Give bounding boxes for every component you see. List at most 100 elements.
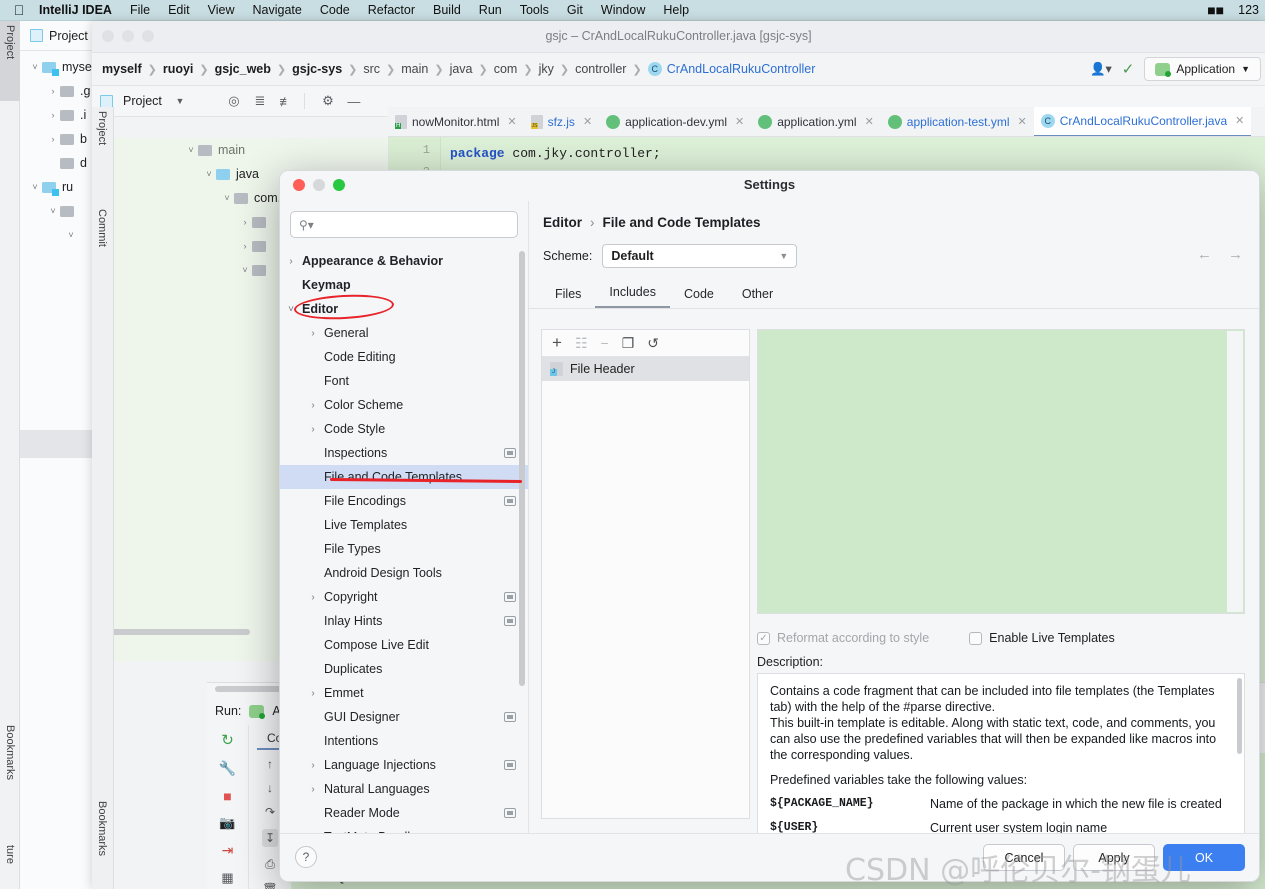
editor-tab-sfz[interactable]: sfz.js ✕	[524, 107, 600, 136]
menu-item-tools[interactable]: Tools	[511, 3, 558, 17]
cancel-button[interactable]: Cancel	[983, 844, 1065, 871]
apple-icon[interactable]: 	[8, 2, 30, 18]
breadcrumb-parent[interactable]: Editor	[543, 215, 582, 230]
scroll-down-icon[interactable]: ↓	[267, 781, 273, 795]
stop-icon[interactable]: ■	[223, 788, 231, 804]
breadcrumb-item-com[interactable]: com	[494, 62, 518, 76]
duplicate-icon[interactable]: ❐	[622, 335, 635, 352]
settings-item-appearance-behavior[interactable]: › Appearance & Behavior	[280, 249, 528, 273]
horizontal-scrollbar[interactable]	[100, 629, 250, 635]
close-icon[interactable]: ✕	[583, 115, 592, 128]
settings-tree-scrollbar[interactable]	[519, 251, 525, 686]
sidebar-item-commit[interactable]: Commit	[92, 205, 112, 275]
settings-item-color-scheme[interactable]: › Color Scheme	[280, 393, 528, 417]
settings-item-file-encodings[interactable]: File Encodings	[280, 489, 528, 513]
arrow-right-icon[interactable]: →	[1228, 246, 1243, 263]
scheme-select[interactable]: Default ▼	[602, 244, 798, 268]
breadcrumb-item-myself[interactable]: myself	[102, 62, 142, 76]
editor-tab-CrAndLocalRukuController[interactable]: C CrAndLocalRukuController.java ✕	[1033, 107, 1252, 136]
menu-item-file[interactable]: File	[121, 3, 159, 17]
rerun-icon[interactable]: ↻	[221, 731, 234, 749]
settings-item-code-editing[interactable]: Code Editing	[280, 345, 528, 369]
user-dropdown-icon[interactable]: 👤▾	[1090, 61, 1112, 77]
reformat-option[interactable]: ✓ Reformat according to style	[757, 631, 929, 645]
camera-icon[interactable]: 📷	[219, 815, 235, 831]
tab-other[interactable]: Other	[728, 282, 787, 308]
breadcrumb-item-main[interactable]: main	[401, 62, 428, 76]
close-icon[interactable]: ✕	[507, 115, 516, 128]
sidebar-item-structure-bg[interactable]: ture	[0, 841, 20, 889]
checkbox-reformat[interactable]: ✓	[757, 631, 770, 645]
menu-item-view[interactable]: View	[199, 3, 244, 17]
scroll-up-icon[interactable]: ↑	[267, 757, 273, 771]
settings-item-natural-languages[interactable]: › Natural Languages	[280, 777, 528, 801]
breadcrumb-item-class[interactable]: CrAndLocalRukuController	[667, 62, 816, 76]
trash-icon[interactable]: 🗑	[262, 882, 277, 889]
collapse-all-icon[interactable]: ≢	[278, 94, 294, 109]
sidebar-item-project-bg[interactable]: Project	[0, 21, 20, 101]
sidebar-item-bookmarks-bg[interactable]: Bookmarks	[0, 721, 20, 811]
breadcrumb-item-java[interactable]: java	[450, 62, 473, 76]
settings-item-android-design-tools[interactable]: Android Design Tools	[280, 561, 528, 585]
print-icon[interactable]: ⎙	[265, 857, 275, 872]
settings-item-live-templates[interactable]: Live Templates	[280, 513, 528, 537]
settings-item-compose-live-edit[interactable]: Compose Live Edit	[280, 633, 528, 657]
editor-tab-application-dev[interactable]: application-dev.yml ✕	[599, 107, 751, 136]
close-icon[interactable]: ✕	[865, 115, 874, 128]
settings-item-inspections[interactable]: Inspections	[280, 441, 528, 465]
menu-item-run[interactable]: Run	[470, 3, 511, 17]
breadcrumb-item-src[interactable]: src	[363, 62, 380, 76]
template-preview-editor[interactable]	[757, 329, 1245, 614]
live-templates-option[interactable]: Enable Live Templates	[969, 631, 1115, 645]
wrench-icon[interactable]: 🔧	[219, 760, 236, 777]
sidebar-item-bookmarks[interactable]: Bookmarks	[92, 797, 112, 887]
chevron-down-icon[interactable]: ▼	[172, 96, 188, 106]
menu-item-refactor[interactable]: Refactor	[359, 3, 424, 17]
settings-item-intentions[interactable]: Intentions	[280, 729, 528, 753]
menu-item-help[interactable]: Help	[654, 3, 698, 17]
settings-item-emmet[interactable]: › Emmet	[280, 681, 528, 705]
tab-includes[interactable]: Includes	[595, 280, 670, 308]
settings-item-copyright[interactable]: › Copyright	[280, 585, 528, 609]
soft-wrap-icon[interactable]: ↷	[265, 805, 275, 819]
menu-item-build[interactable]: Build	[424, 3, 470, 17]
settings-item-inlay-hints[interactable]: Inlay Hints	[280, 609, 528, 633]
settings-item-gui-designer[interactable]: GUI Designer	[280, 705, 528, 729]
settings-item-editor[interactable]: ˅ Editor	[280, 297, 528, 321]
settings-item-general[interactable]: › General	[280, 321, 528, 345]
settings-item-file-types[interactable]: File Types	[280, 537, 528, 561]
settings-item-font[interactable]: Font	[280, 369, 528, 393]
battery-icon[interactable]: ■■	[1207, 2, 1224, 18]
tree-row[interactable]: ˅ main	[92, 138, 387, 162]
breadcrumb-item-gsjc-web[interactable]: gsjc_web	[215, 62, 271, 76]
close-icon[interactable]: ✕	[1018, 115, 1027, 128]
description-scrollbar[interactable]	[1237, 678, 1242, 754]
settings-item-reader-mode[interactable]: Reader Mode	[280, 801, 528, 825]
close-icon[interactable]: ✕	[735, 115, 744, 128]
settings-item-duplicates[interactable]: Duplicates	[280, 657, 528, 681]
checkbox-live-templates[interactable]	[969, 631, 983, 645]
ok-button[interactable]: OK	[1163, 844, 1245, 871]
editor-tab-application[interactable]: application.yml ✕	[751, 107, 881, 136]
settings-item-file-and-code-templates[interactable]: File and Code Templates	[280, 465, 528, 489]
menu-item-code[interactable]: Code	[311, 3, 359, 17]
menu-item-edit[interactable]: Edit	[159, 3, 199, 17]
editor-tab-nowMonitor[interactable]: nowMonitor.html ✕	[388, 107, 524, 136]
editor-tab-application-test[interactable]: application-test.yml ✕	[881, 107, 1034, 136]
scroll-to-end-icon[interactable]: ↧	[261, 829, 279, 847]
preview-scrollbar[interactable]	[1227, 331, 1243, 612]
locate-icon[interactable]: ◎	[226, 93, 242, 109]
menu-app-name[interactable]: IntelliJ IDEA	[30, 3, 121, 17]
tab-code[interactable]: Code	[670, 282, 728, 308]
sidebar-item-project[interactable]: Project	[92, 107, 112, 177]
hammer-icon[interactable]: ✓	[1122, 60, 1135, 78]
settings-item-keymap[interactable]: Keymap	[280, 273, 528, 297]
apply-button[interactable]: Apply	[1073, 844, 1155, 871]
breadcrumb-item-ruoyi[interactable]: ruoyi	[163, 62, 194, 76]
reset-icon[interactable]: ↺	[647, 335, 659, 352]
help-icon[interactable]: ?	[295, 846, 317, 868]
arrow-left-icon[interactable]: ←	[1197, 246, 1212, 263]
search-input[interactable]: ⚲▾	[290, 211, 518, 238]
settings-item-language-injections[interactable]: › Language Injections	[280, 753, 528, 777]
menu-item-git[interactable]: Git	[558, 3, 592, 17]
